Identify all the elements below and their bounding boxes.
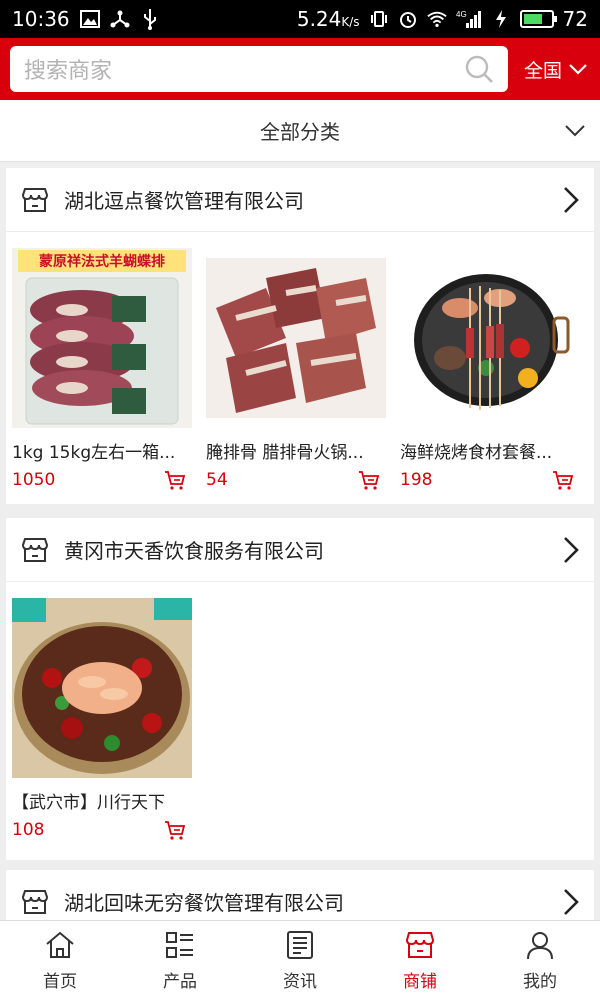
- header: 搜索商家 全国: [0, 38, 600, 100]
- product-image-spicy-shrimp[interactable]: [12, 598, 192, 778]
- svg-text:4G: 4G: [456, 10, 467, 19]
- product-item[interactable]: 海鲜烧烤食材套餐... 198: [400, 248, 580, 491]
- product-list: 【武穴市】川行天下 108: [6, 582, 594, 841]
- chevron-down-icon: [569, 64, 587, 75]
- battery-icon: [519, 10, 557, 28]
- cart-icon[interactable]: [164, 469, 186, 491]
- svg-text:蒙原祥法式羊蝴蝶排: 蒙原祥法式羊蝴蝶排: [39, 253, 165, 270]
- home-icon: [46, 931, 74, 958]
- network-speed: 5.24K/s: [296, 7, 360, 31]
- product-image-lamb-chops[interactable]: 蒙原祥法式羊蝴蝶排: [12, 248, 192, 428]
- image-icon: [79, 9, 100, 29]
- product-item[interactable]: 蒙原祥法式羊蝴蝶排 1kg 15kg左右一箱... 1050: [12, 248, 192, 491]
- usb-icon: [140, 9, 160, 30]
- tab-home[interactable]: 首页: [0, 921, 120, 1000]
- product-list: 蒙原祥法式羊蝴蝶排 1kg 15kg左右一箱... 1050 腌排骨 腊排骨火锅…: [6, 232, 594, 491]
- product-name: 腌排骨 腊排骨火锅...: [206, 443, 364, 463]
- chevron-right-icon[interactable]: [560, 887, 582, 917]
- store-icon: [21, 889, 49, 914]
- shop-name: 湖北回味无穷餐饮管理有限公司: [64, 891, 344, 915]
- user-icon: [527, 932, 553, 960]
- tab-products[interactable]: 产品: [120, 921, 240, 1000]
- region-selector[interactable]: 全国: [524, 56, 592, 83]
- signal-icon: 4G: [456, 9, 482, 29]
- tab-label: 首页: [43, 972, 77, 992]
- store-icon: [405, 932, 435, 958]
- cart-icon[interactable]: [358, 469, 380, 491]
- store-icon: [21, 187, 49, 212]
- shop-header[interactable]: 湖北逗点餐饮管理有限公司: [6, 168, 594, 232]
- status-time: 10:36: [12, 7, 70, 31]
- tab-label: 我的: [523, 972, 557, 992]
- shop-header[interactable]: 黄冈市天香饮食服务有限公司: [6, 518, 594, 582]
- cart-icon[interactable]: [552, 469, 574, 491]
- product-price: 54: [206, 470, 228, 490]
- shop-card: 黄冈市天香饮食服务有限公司 【武穴市】川行天下 108: [6, 518, 594, 860]
- product-item[interactable]: 【武穴市】川行天下 108: [12, 598, 192, 841]
- bottom-tab-bar: 首页 产品 资讯 商铺 我的: [0, 920, 600, 1000]
- status-bar: 10:36 5.24K/s 4G 72: [0, 0, 600, 38]
- shop-name: 湖北逗点餐饮管理有限公司: [64, 189, 304, 213]
- chevron-down-icon: [565, 125, 585, 137]
- tab-stores[interactable]: 商铺: [360, 921, 480, 1000]
- tab-mine[interactable]: 我的: [480, 921, 600, 1000]
- product-name: 【武穴市】川行天下: [12, 793, 165, 813]
- product-name: 海鲜烧烤食材套餐...: [400, 443, 553, 463]
- product-price: 198: [400, 470, 433, 490]
- news-icon: [287, 931, 313, 959]
- product-image-pork-ribs[interactable]: [206, 248, 386, 428]
- wifi-icon: [426, 9, 447, 29]
- search-placeholder: 搜索商家: [24, 59, 113, 84]
- region-label: 全国: [523, 59, 562, 82]
- share-icon: [110, 9, 130, 29]
- tab-news[interactable]: 资讯: [240, 921, 360, 1000]
- product-price: 108: [12, 820, 45, 840]
- shop-card: 湖北回味无穷餐饮管理有限公司: [6, 870, 594, 920]
- search-input[interactable]: 搜索商家: [10, 46, 508, 92]
- category-label: 全部分类: [260, 120, 340, 144]
- charging-icon: [491, 9, 511, 29]
- store-icon: [21, 537, 49, 562]
- tab-label: 资讯: [283, 972, 317, 992]
- tab-label: 商铺: [403, 972, 437, 992]
- shop-header[interactable]: 湖北回味无穷餐饮管理有限公司: [6, 870, 594, 920]
- grid-list-icon: [166, 932, 193, 958]
- chevron-right-icon[interactable]: [560, 185, 582, 215]
- shop-card: 湖北逗点餐饮管理有限公司 蒙原祥法式羊蝴蝶排 1kg 15kg左右一箱... 1…: [6, 168, 594, 504]
- cart-icon[interactable]: [164, 819, 186, 841]
- alarm-icon: [398, 9, 418, 29]
- tab-label: 产品: [163, 972, 197, 992]
- shop-name: 黄冈市天香饮食服务有限公司: [64, 539, 324, 563]
- product-name: 1kg 15kg左右一箱...: [12, 443, 176, 463]
- product-item[interactable]: 腌排骨 腊排骨火锅... 54: [206, 248, 386, 491]
- product-price: 1050: [12, 470, 56, 490]
- search-icon[interactable]: [464, 54, 494, 84]
- category-filter[interactable]: 全部分类: [0, 100, 600, 162]
- chevron-right-icon[interactable]: [560, 535, 582, 565]
- vibrate-icon: [369, 9, 389, 29]
- product-image-bbq-set[interactable]: [400, 248, 580, 428]
- battery-percent: 72: [562, 7, 588, 31]
